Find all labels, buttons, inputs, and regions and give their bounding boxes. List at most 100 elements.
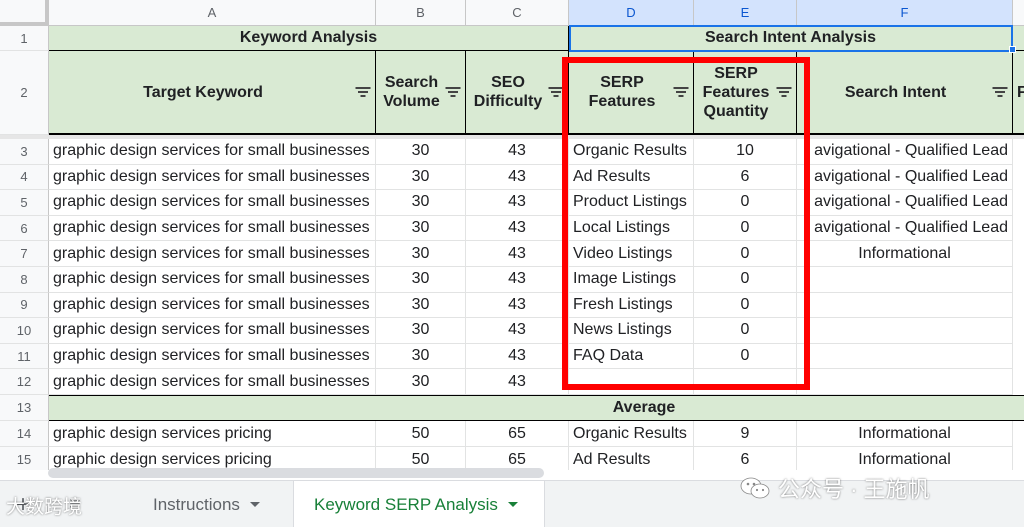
cell-keyword[interactable]: graphic design services pricing: [49, 447, 376, 470]
cell-keyword[interactable]: graphic design services for small busine…: [49, 190, 376, 216]
cell-volume[interactable]: 30: [376, 318, 466, 344]
cell-keyword[interactable]: graphic design services for small busine…: [49, 241, 376, 267]
cell-volume[interactable]: 30: [376, 190, 466, 216]
cell-intent[interactable]: [797, 267, 1013, 293]
fill-handle[interactable]: [1009, 46, 1016, 53]
cell-difficulty[interactable]: 65: [466, 447, 569, 470]
filter-icon[interactable]: [992, 87, 1007, 97]
cell-serp-feature[interactable]: Organic Results: [569, 139, 694, 165]
cell-difficulty[interactable]: 43: [466, 292, 569, 319]
column-header-d[interactable]: D: [569, 0, 694, 26]
cell-volume[interactable]: 30: [376, 215, 466, 242]
cell-intent[interactable]: avigational - Qualified Lead: [797, 215, 1013, 242]
cell-intent[interactable]: Informational: [797, 421, 1013, 447]
header-seo-difficulty[interactable]: SEO Difficulty: [466, 51, 569, 135]
cell-quantity[interactable]: 0: [694, 292, 797, 319]
header-next-partial[interactable]: F: [1013, 51, 1024, 135]
average-row[interactable]: Average: [49, 395, 1024, 421]
cell-keyword[interactable]: graphic design services pricing: [49, 421, 376, 447]
cell-quantity[interactable]: 0: [694, 215, 797, 242]
cell-quantity[interactable]: 6: [694, 164, 797, 191]
header-target-keyword[interactable]: Target Keyword: [49, 51, 376, 135]
cell-serp-feature[interactable]: Fresh Listings: [569, 292, 694, 319]
cell-serp-feature[interactable]: Image Listings: [569, 267, 694, 293]
cell-difficulty[interactable]: 43: [466, 190, 569, 216]
cell-intent[interactable]: [797, 318, 1013, 344]
cell-intent[interactable]: [797, 369, 1013, 395]
row-header-2[interactable]: 2: [0, 51, 49, 135]
chevron-down-icon[interactable]: [507, 502, 518, 507]
row-header-9[interactable]: 9: [0, 292, 49, 319]
tab-instructions[interactable]: Instructions: [153, 481, 260, 527]
cell-volume[interactable]: 30: [376, 139, 466, 165]
cell-keyword[interactable]: graphic design services for small busine…: [49, 139, 376, 165]
cell-intent[interactable]: avigational - Qualified Lead: [797, 139, 1013, 165]
header-serp-features[interactable]: SERP Features: [569, 51, 694, 135]
cell-serp-feature[interactable]: Local Listings: [569, 215, 694, 242]
cell-quantity[interactable]: 0: [694, 241, 797, 267]
cell-volume[interactable]: 30: [376, 369, 466, 395]
cell-quantity[interactable]: 10: [694, 139, 797, 165]
cell-quantity[interactable]: 6: [694, 447, 797, 470]
column-header-b[interactable]: B: [376, 0, 466, 26]
cell-intent[interactable]: [797, 292, 1013, 319]
tab-keyword-serp-analysis[interactable]: Keyword SERP Analysis: [293, 481, 545, 527]
row-header-6[interactable]: 6: [0, 215, 49, 242]
cell-serp-feature[interactable]: News Listings: [569, 318, 694, 344]
cell-volume[interactable]: 50: [376, 421, 466, 447]
cell-quantity[interactable]: 0: [694, 318, 797, 344]
row-header-15[interactable]: 15: [0, 447, 49, 470]
cell-volume[interactable]: 50: [376, 447, 466, 470]
cell-difficulty[interactable]: 43: [466, 241, 569, 267]
cell-intent[interactable]: Informational: [797, 241, 1013, 267]
cell-serp-feature[interactable]: Video Listings: [569, 241, 694, 267]
cell-keyword[interactable]: graphic design services for small busine…: [49, 215, 376, 242]
cell-keyword[interactable]: graphic design services for small busine…: [49, 164, 376, 191]
filter-icon[interactable]: [776, 87, 791, 97]
cell-quantity[interactable]: 0: [694, 190, 797, 216]
cell-volume[interactable]: 30: [376, 292, 466, 319]
cell-quantity[interactable]: 0: [694, 343, 797, 370]
cell-quantity[interactable]: [694, 369, 797, 395]
cell-difficulty[interactable]: 43: [466, 369, 569, 395]
column-header-f[interactable]: F: [797, 0, 1013, 26]
header-search-volume[interactable]: Search Volume: [376, 51, 466, 135]
header-serp-features-quantity[interactable]: SERP Features Quantity: [694, 51, 797, 135]
cell-difficulty[interactable]: 43: [466, 343, 569, 370]
cell-volume[interactable]: 30: [376, 343, 466, 370]
row-header-11[interactable]: 11: [0, 343, 49, 370]
cell-keyword[interactable]: graphic design services for small busine…: [49, 369, 376, 395]
cell-volume[interactable]: 30: [376, 241, 466, 267]
filter-icon[interactable]: [355, 87, 370, 97]
filter-icon[interactable]: [445, 87, 460, 97]
cell-keyword[interactable]: graphic design services for small busine…: [49, 343, 376, 370]
spreadsheet-grid[interactable]: A B C D E F 1 2 3 4 5 6 7 8 9 10 11 12 1…: [0, 0, 1024, 470]
group-keyword-analysis[interactable]: Keyword Analysis: [49, 26, 569, 51]
cell-intent[interactable]: [797, 343, 1013, 370]
cell-difficulty[interactable]: 43: [466, 139, 569, 165]
cell-difficulty[interactable]: 65: [466, 421, 569, 447]
column-header-e[interactable]: E: [694, 0, 797, 26]
row-header-8[interactable]: 8: [0, 267, 49, 293]
cell-serp-feature[interactable]: Product Listings: [569, 190, 694, 216]
row-header-1[interactable]: 1: [0, 26, 49, 51]
cell-intent[interactable]: avigational - Qualified Lead: [797, 164, 1013, 191]
filter-icon[interactable]: [548, 87, 563, 97]
cell-serp-feature[interactable]: Ad Results: [569, 164, 694, 191]
header-search-intent[interactable]: Search Intent: [797, 51, 1013, 135]
cell-keyword[interactable]: graphic design services for small busine…: [49, 318, 376, 344]
cell-intent[interactable]: avigational - Qualified Lead: [797, 190, 1013, 216]
row-header-5[interactable]: 5: [0, 190, 49, 216]
cell-quantity[interactable]: 9: [694, 421, 797, 447]
cell-difficulty[interactable]: 43: [466, 318, 569, 344]
cell-serp-feature[interactable]: Ad Results: [569, 447, 694, 470]
cell-volume[interactable]: 30: [376, 164, 466, 191]
row-header-14[interactable]: 14: [0, 421, 49, 447]
cell-intent[interactable]: Informational: [797, 447, 1013, 470]
cell-serp-feature[interactable]: [569, 369, 694, 395]
column-header-g-partial[interactable]: [1013, 0, 1024, 26]
group-search-intent-analysis[interactable]: Search Intent Analysis: [569, 26, 1013, 51]
cell-difficulty[interactable]: 43: [466, 215, 569, 242]
row-header-10[interactable]: 10: [0, 318, 49, 344]
cell-difficulty[interactable]: 43: [466, 164, 569, 191]
